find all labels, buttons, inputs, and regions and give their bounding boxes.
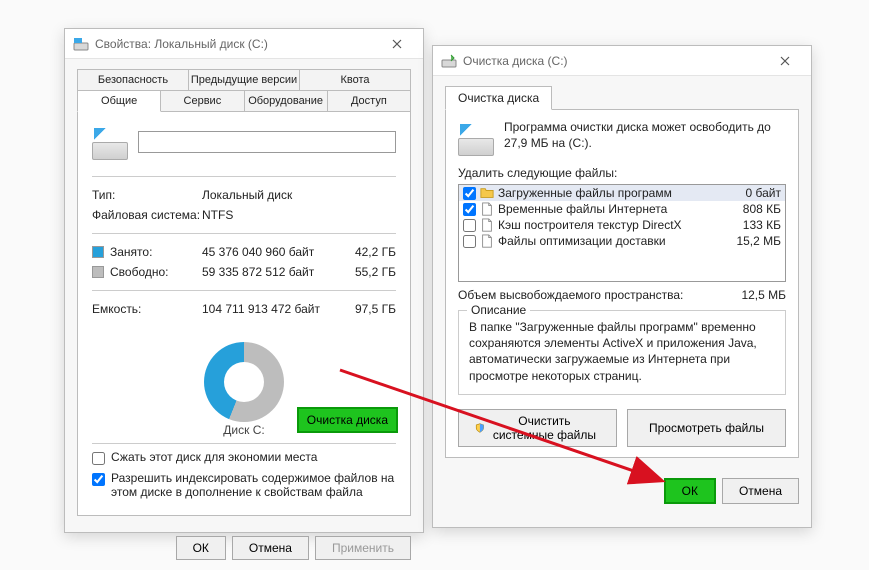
file-icon xyxy=(480,218,494,232)
tab-security[interactable]: Безопасность xyxy=(77,69,189,91)
file-list-item[interactable]: Файлы оптимизации доставки 15,2 МБ xyxy=(459,233,785,249)
drive-large-icon xyxy=(92,124,128,160)
file-icon xyxy=(480,234,494,248)
file-item-size: 0 байт xyxy=(721,186,781,200)
window-title: Очистка диска (C:) xyxy=(463,54,767,68)
ok-button[interactable]: ОК xyxy=(664,478,716,504)
total-label: Объем высвобождаемого пространства: xyxy=(458,288,683,302)
total-value: 12,5 МБ xyxy=(741,288,786,302)
tab-cleanup[interactable]: Очистка диска xyxy=(445,86,552,110)
compress-checkbox[interactable] xyxy=(92,452,105,465)
free-label: Свободно: xyxy=(110,265,169,279)
tab-general[interactable]: Общие xyxy=(77,90,161,112)
tab-previous-versions[interactable]: Предыдущие версии xyxy=(188,69,300,91)
file-item-label: Файлы оптимизации доставки xyxy=(498,234,717,248)
file-list-item[interactable]: Кэш построителя текстур DirectX 133 КБ xyxy=(459,217,785,233)
used-bytes: 45 376 040 960 байт xyxy=(202,244,336,260)
file-item-size: 133 КБ xyxy=(721,218,781,232)
file-item-label: Кэш построителя текстур DirectX xyxy=(498,218,717,232)
cancel-button[interactable]: Отмена xyxy=(232,536,309,560)
titlebar[interactable]: Очистка диска (C:) xyxy=(433,46,811,76)
close-icon[interactable] xyxy=(767,47,803,75)
drive-icon xyxy=(73,36,89,52)
files-list[interactable]: Загруженные файлы программ0 байтВременны… xyxy=(458,184,786,282)
cancel-button[interactable]: Отмена xyxy=(722,478,799,504)
view-files-button[interactable]: Просмотреть файлы xyxy=(627,409,786,447)
apply-button[interactable]: Применить xyxy=(315,536,411,560)
index-label: Разрешить индексировать содержимое файло… xyxy=(111,471,396,499)
compress-checkbox-row[interactable]: Сжать этот диск для экономии места xyxy=(92,450,396,465)
free-bytes: 59 335 872 512 байт xyxy=(202,264,336,280)
ok-button[interactable]: ОК xyxy=(176,536,226,560)
file-list-item[interactable]: Загруженные файлы программ 0 байт xyxy=(459,185,785,201)
file-item-size: 808 КБ xyxy=(721,202,781,216)
capacity-label: Емкость: xyxy=(92,301,202,317)
description-text: В папке "Загруженные файлы программ" вре… xyxy=(469,319,775,384)
fs-value: NTFS xyxy=(202,207,336,223)
file-item-checkbox[interactable] xyxy=(463,235,476,248)
type-label: Тип: xyxy=(92,187,202,203)
files-list-label: Удалить следующие файлы: xyxy=(458,166,786,180)
cleanup-icon xyxy=(441,53,457,69)
tab-general-content: Тип: Локальный диск Файловая система: NT… xyxy=(77,111,411,516)
tab-quota[interactable]: Квота xyxy=(299,69,411,91)
clean-system-files-button[interactable]: Очистить системные файлы xyxy=(458,409,617,447)
window-title: Свойства: Локальный диск (C:) xyxy=(95,37,379,51)
file-item-label: Загруженные файлы программ xyxy=(498,186,717,200)
index-checkbox-row[interactable]: Разрешить индексировать содержимое файло… xyxy=(92,471,396,499)
titlebar[interactable]: Свойства: Локальный диск (C:) xyxy=(65,29,423,59)
description-legend: Описание xyxy=(467,303,530,317)
drive-name-input[interactable] xyxy=(138,131,396,153)
dialog-buttons: ОК Отмена xyxy=(433,468,811,514)
drive-caption: Диск C: xyxy=(223,423,264,437)
used-label: Занято: xyxy=(110,245,152,259)
file-item-checkbox[interactable] xyxy=(463,203,476,216)
capacity-bytes: 104 711 913 472 байт xyxy=(202,301,336,317)
tab-sharing[interactable]: Доступ xyxy=(327,90,411,112)
folder-icon xyxy=(480,186,494,200)
free-swatch-icon xyxy=(92,266,104,278)
free-gb: 55,2 ГБ xyxy=(336,264,396,280)
capacity-gb: 97,5 ГБ xyxy=(336,301,396,317)
file-item-size: 15,2 МБ xyxy=(721,234,781,248)
shield-icon xyxy=(475,421,485,435)
disk-cleanup-dialog: Очистка диска (C:) Очистка диска Програм… xyxy=(432,45,812,528)
used-gb: 42,2 ГБ xyxy=(336,244,396,260)
index-checkbox[interactable] xyxy=(92,473,105,486)
type-value: Локальный диск xyxy=(202,187,336,203)
drive-large-icon xyxy=(458,120,494,156)
file-item-checkbox[interactable] xyxy=(463,187,476,200)
file-item-label: Временные файлы Интернета xyxy=(498,202,717,216)
close-icon[interactable] xyxy=(379,30,415,58)
tab-tools[interactable]: Сервис xyxy=(160,90,244,112)
used-swatch-icon xyxy=(92,246,104,258)
fs-label: Файловая система: xyxy=(92,207,202,223)
compress-label: Сжать этот диск для экономии места xyxy=(111,450,317,464)
disk-cleanup-button[interactable]: Очистка диска xyxy=(297,407,398,433)
usage-pie-chart xyxy=(204,342,284,422)
tab-cleanup-content: Программа очистки диска может освободить… xyxy=(445,109,799,458)
file-icon xyxy=(480,202,494,216)
file-list-item[interactable]: Временные файлы Интернета 808 КБ xyxy=(459,201,785,217)
properties-dialog: Свойства: Локальный диск (C:) Безопаснос… xyxy=(64,28,424,533)
clean-system-files-label: Очистить системные файлы xyxy=(489,414,600,442)
tabs-row-1: Безопасность Предыдущие версии Квота xyxy=(77,69,411,91)
tab-hardware[interactable]: Оборудование xyxy=(244,90,328,112)
tabs-row-2: Общие Сервис Оборудование Доступ xyxy=(77,90,411,112)
file-item-checkbox[interactable] xyxy=(463,219,476,232)
cleanup-message: Программа очистки диска может освободить… xyxy=(504,120,786,151)
dialog-buttons: ОК Отмена Применить xyxy=(65,526,423,570)
description-groupbox: Описание В папке "Загруженные файлы прог… xyxy=(458,310,786,395)
